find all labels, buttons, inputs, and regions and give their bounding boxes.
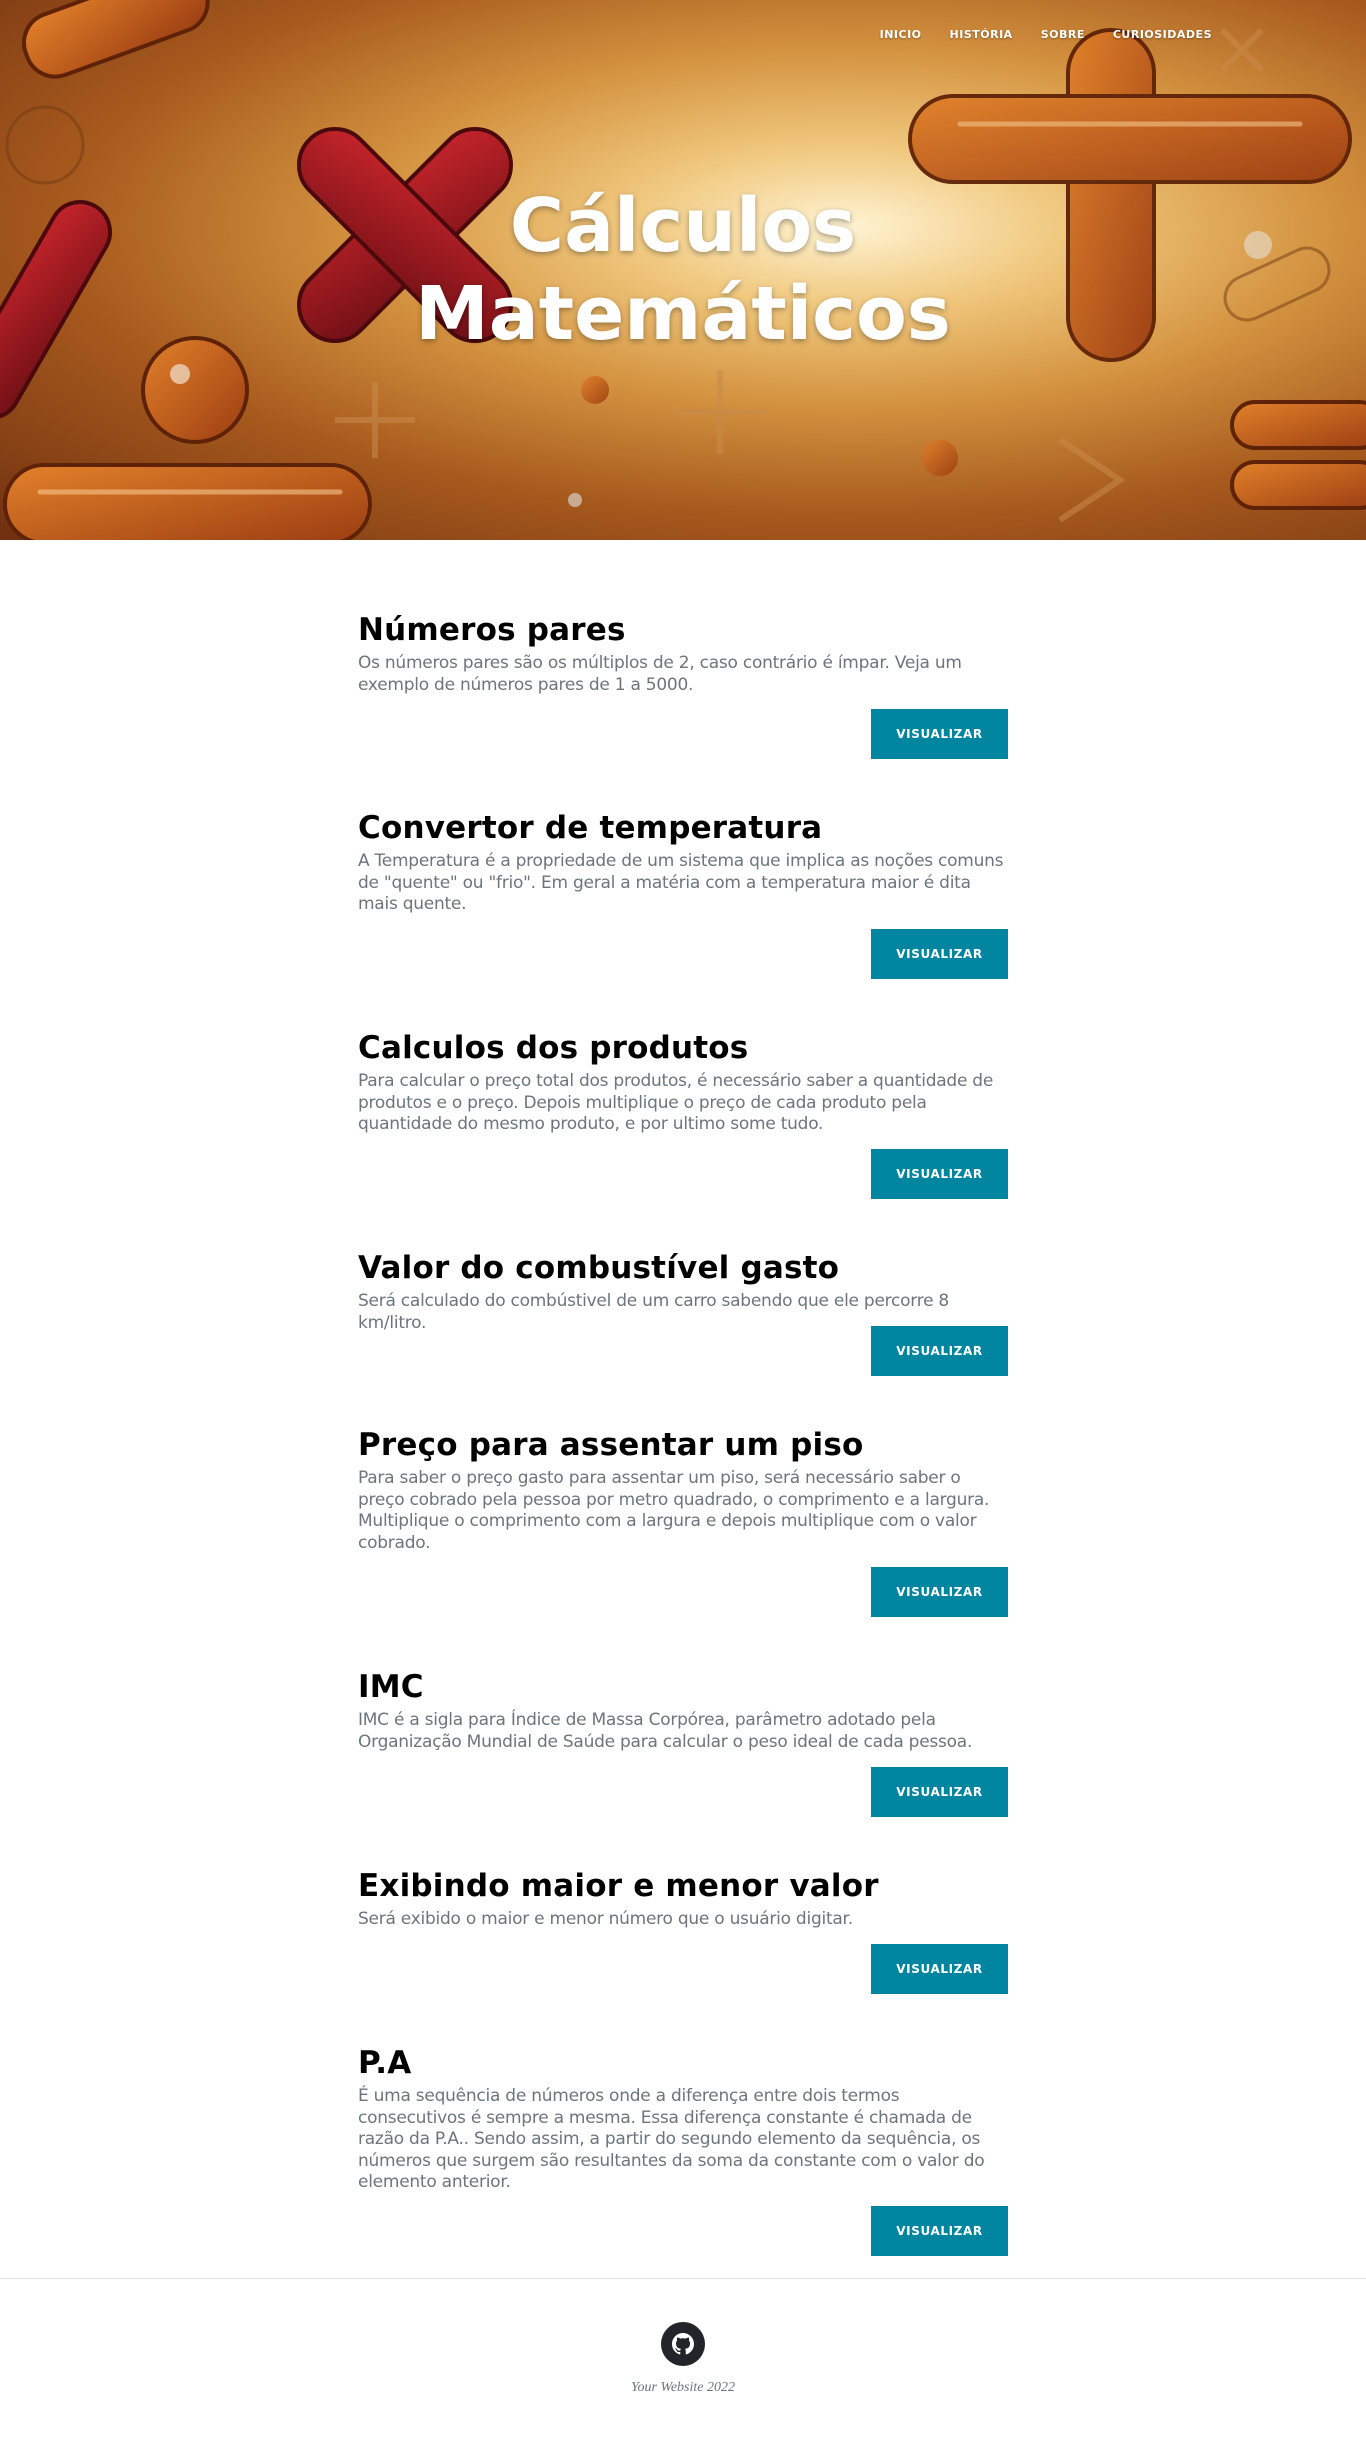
visualizar-button[interactable]: VISUALIZAR: [871, 1326, 1008, 1376]
copyright-text: Your Website 2022: [631, 2380, 735, 2395]
footer-divider: [0, 2278, 1366, 2279]
post-calculos-produtos: Calculos dos produtos Para calcular o pr…: [358, 1028, 1008, 1199]
page-title-line1: Cálculos: [509, 183, 857, 269]
visualizar-button[interactable]: VISUALIZAR: [871, 1567, 1008, 1617]
main-nav: INICIO HISTÓRIA SOBRE CURIOSIDADES: [880, 28, 1212, 41]
post-imc: IMC IMC é a sigla para Índice de Massa C…: [358, 1667, 1008, 1817]
post-title: Valor do combustível gasto: [358, 1250, 840, 1286]
nav-link-sobre[interactable]: SOBRE: [1041, 28, 1085, 41]
post-text: Os números pares são os múltiplos de 2, …: [358, 653, 962, 695]
page-title-line2: Matemáticos: [415, 271, 951, 357]
post-text: Para calcular o preço total dos produtos…: [358, 1071, 994, 1134]
github-link[interactable]: [661, 2322, 705, 2366]
github-icon: [672, 2333, 694, 2355]
post-title: Preço para assentar um piso: [358, 1427, 864, 1463]
post-maior-menor: Exibindo maior e menor valor Será exibid…: [358, 1866, 1008, 1994]
visualizar-button[interactable]: VISUALIZAR: [871, 2206, 1008, 2256]
post-title: Calculos dos produtos: [358, 1030, 749, 1066]
post-title: Convertor de temperatura: [358, 810, 823, 846]
post-combustivel: Valor do combustível gasto Será calculad…: [358, 1248, 1008, 1376]
post-text: Será exibido o maior e menor número que …: [358, 1909, 853, 1929]
post-title: IMC: [358, 1669, 424, 1705]
post-convertor-temperatura: Convertor de temperatura A Temperatura é…: [358, 808, 1008, 979]
post-piso: Preço para assentar um piso Para saber o…: [358, 1425, 1008, 1617]
visualizar-button[interactable]: VISUALIZAR: [871, 929, 1008, 979]
post-text: Para saber o preço gasto para assentar u…: [358, 1468, 990, 1553]
post-title: Números pares: [358, 612, 626, 648]
post-title: P.A: [358, 2045, 412, 2081]
post-numeros-pares: Números pares Os números pares são os mú…: [358, 610, 1008, 759]
post-pa: P.A É uma sequência de números onde a di…: [358, 2043, 1008, 2256]
page-title: Cálculos Matemáticos: [0, 182, 1366, 358]
visualizar-button[interactable]: VISUALIZAR: [871, 709, 1008, 759]
post-text: IMC é a sigla para Índice de Massa Corpó…: [358, 1710, 973, 1752]
nav-link-inicio[interactable]: INICIO: [880, 28, 922, 41]
post-title: Exibindo maior e menor valor: [358, 1868, 879, 1904]
visualizar-button[interactable]: VISUALIZAR: [871, 1149, 1008, 1199]
visualizar-button[interactable]: VISUALIZAR: [871, 1944, 1008, 1994]
nav-link-historia[interactable]: HISTÓRIA: [950, 28, 1013, 41]
visualizar-button[interactable]: VISUALIZAR: [871, 1767, 1008, 1817]
nav-link-curiosidades[interactable]: CURIOSIDADES: [1113, 28, 1212, 41]
post-text: É uma sequência de números onde a difere…: [358, 2086, 985, 2192]
post-text: A Temperatura é a propriedade de um sist…: [358, 851, 1004, 914]
hero-header: INICIO HISTÓRIA SOBRE CURIOSIDADES Cálcu…: [0, 0, 1366, 540]
